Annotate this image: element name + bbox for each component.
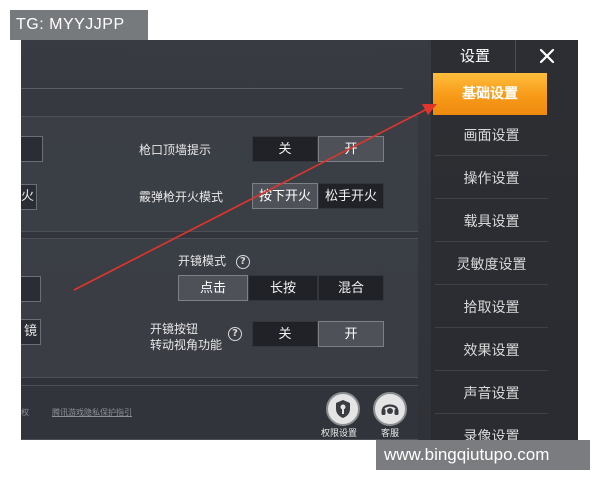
headset-icon [381, 404, 399, 415]
press-to-fire-button[interactable]: 按下开火 [252, 183, 318, 209]
shotgun-fire-mode-selector: 按下开火 松手开火 [252, 183, 384, 209]
release-to-fire-button[interactable]: 松手开火 [318, 183, 384, 209]
sidebar-item-sound[interactable]: 声音设置 [435, 374, 548, 414]
settings-content: 火 枪口顶墙提示 关 开 霰弹枪开火模式 按下开火 松手开火 镜 开镜模式 ? … [21, 40, 431, 440]
settings-sidebar: 设置 基础设置 画面设置 操作设置 载具设置 灵敏度设置 拾取设置 效果设置 声… [431, 40, 578, 440]
divider [21, 88, 403, 89]
scope-rotate-on-button[interactable]: 开 [318, 321, 384, 347]
scope-button-rotate-label: 开镜按钮 转动视角功能 [150, 321, 222, 353]
sidebar-item-controls[interactable]: 操作设置 [435, 159, 548, 199]
permission-settings-button[interactable] [326, 392, 360, 426]
scope-mode-row: 开镜模式 ? [178, 253, 250, 269]
fire-settings-panel: 火 枪口顶墙提示 关 开 霰弹枪开火模式 按下开火 松手开火 [21, 116, 418, 232]
customer-service-button[interactable] [373, 392, 407, 426]
question-circle-icon[interactable]: ? [228, 327, 242, 341]
cut-off-footer-text: 权 [21, 408, 29, 417]
watermark-top: TG: MYYJJPP [10, 10, 148, 40]
sidebar-item-graphics[interactable]: 画面设置 [435, 116, 548, 156]
cut-off-input[interactable] [21, 276, 41, 302]
shield-key-icon [336, 400, 350, 418]
game-settings-screen: 火 枪口顶墙提示 关 开 霰弹枪开火模式 按下开火 松手开火 镜 开镜模式 ? … [21, 40, 578, 440]
muzzle-wall-hint-label: 枪口顶墙提示 [139, 143, 212, 157]
cut-off-scope-option[interactable]: 镜 [21, 319, 41, 345]
scope-mode-selector: 点击 长按 混合 [178, 275, 384, 301]
watermark-bottom: www.bingqiutupo.com [376, 440, 590, 470]
scope-mode-mixed-button[interactable]: 混合 [318, 275, 384, 301]
shotgun-fire-mode-label: 霰弹枪开火模式 [139, 190, 224, 204]
sidebar-item-sensitivity[interactable]: 灵敏度设置 [435, 245, 548, 285]
scope-button-rotate-label-line1: 开镜按钮 [150, 322, 199, 336]
sidebar-item-replay[interactable]: 录像设置 [435, 417, 548, 440]
sidebar-item-vehicle[interactable]: 载具设置 [435, 202, 548, 242]
muzzle-wall-hint-toggle: 关 开 [252, 136, 384, 162]
privacy-guide-link[interactable]: 腾讯游戏隐私保护指引 [52, 407, 132, 418]
muzzle-wall-hint-on-button[interactable]: 开 [318, 136, 384, 162]
close-button[interactable] [515, 40, 578, 72]
scope-button-rotate-toggle: 关 开 [252, 321, 384, 347]
customer-service-label: 客服 [381, 429, 400, 439]
sidebar-item-basic[interactable]: 基础设置 [433, 73, 547, 115]
scope-mode-hold-button[interactable]: 长按 [248, 275, 318, 301]
muzzle-wall-hint-off-button[interactable]: 关 [252, 136, 318, 162]
cut-off-toggle[interactable] [21, 136, 43, 162]
scope-settings-panel: 镜 开镜模式 ? 点击 长按 混合 开镜按钮 转动视角功能 ? 关 开 [21, 238, 418, 378]
close-icon [539, 48, 555, 64]
footer-panel: 权 腾讯游戏隐私保护指引 权限设置 客服 [21, 385, 418, 440]
sidebar-title: 设置 [459, 47, 490, 65]
scope-button-rotate-label-line2: 转动视角功能 [150, 338, 223, 352]
sidebar-item-pickup[interactable]: 拾取设置 [435, 288, 548, 328]
sidebar-item-effects[interactable]: 效果设置 [435, 331, 548, 371]
question-circle-icon[interactable]: ? [235, 254, 250, 269]
cut-off-fire-option[interactable]: 火 [21, 184, 37, 210]
scope-mode-tap-button[interactable]: 点击 [178, 275, 248, 301]
permission-settings-label: 权限设置 [321, 429, 358, 439]
scope-mode-label: 开镜模式 [178, 254, 227, 268]
scope-rotate-off-button[interactable]: 关 [252, 321, 318, 347]
